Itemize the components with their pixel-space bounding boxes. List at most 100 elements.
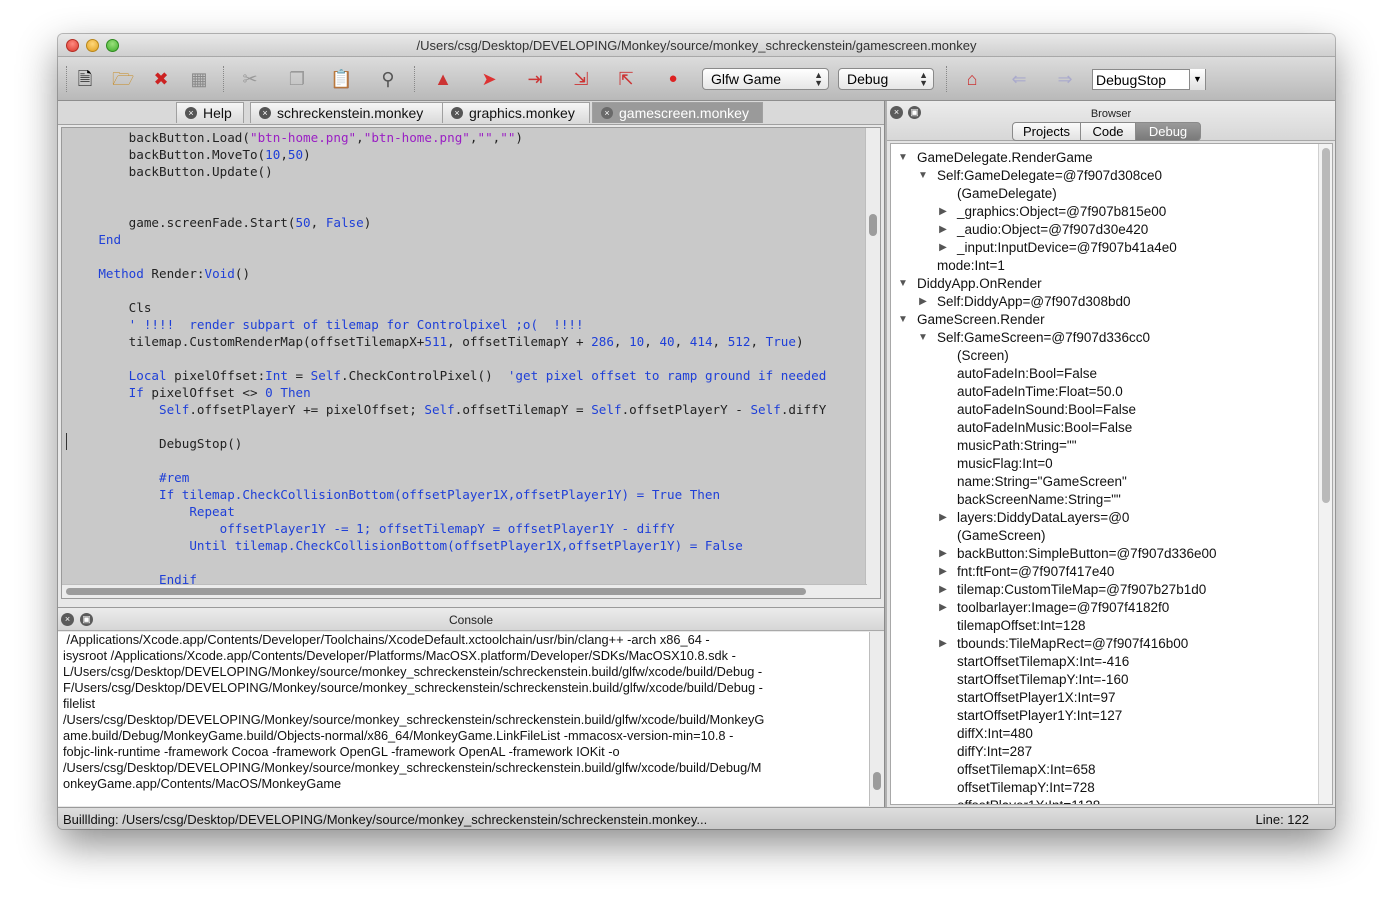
new-file-icon[interactable]: 🗎 [74, 68, 96, 90]
window-title: /Users/csg/Desktop/DEVELOPING/Monkey/sou… [416, 38, 977, 53]
disclosure-closed-icon[interactable]: ▶ [937, 545, 949, 563]
code-line: DebugStop() [68, 436, 243, 451]
tree-item-label: tilemapOffset:Int=128 [957, 618, 1086, 633]
paste-icon[interactable]: 📋 [330, 68, 352, 90]
close-tab-icon[interactable]: × [601, 107, 613, 119]
close-tab-icon[interactable]: × [185, 107, 197, 119]
tab-graphics[interactable]: × graphics.monkey [442, 102, 590, 123]
disclosure-open-icon[interactable]: ▼ [917, 167, 929, 185]
select-arrows-icon: ▲ ▼ [919, 70, 928, 88]
title-bar: /Users/csg/Desktop/DEVELOPING/Monkey/sou… [58, 34, 1335, 57]
back-icon[interactable]: ⇐ [1008, 68, 1030, 90]
console-vertical-scrollbar[interactable] [869, 632, 884, 806]
disclosure-closed-icon[interactable]: ▶ [937, 221, 949, 239]
code-line: tilemap.CustomRenderMap(offsetTilemapX+5… [68, 334, 804, 349]
tree-item-label: offsetTilemapX:Int=658 [957, 762, 1096, 777]
disclosure-open-icon[interactable]: ▼ [897, 149, 909, 167]
close-tab-icon[interactable]: × [451, 107, 463, 119]
tree-item-label: tbounds:TileMapRect=@7f907f416b00 [957, 636, 1189, 651]
config-select[interactable]: Debug ▲ ▼ [838, 68, 934, 90]
tree-item-label: (GameDelegate) [957, 186, 1057, 201]
target-select[interactable]: Glfw Game ▲ ▼ [702, 68, 829, 90]
debug-command-combo[interactable]: DebugStop ▼ [1092, 69, 1206, 90]
segment-projects[interactable]: Projects [1012, 122, 1081, 141]
code-line: backButton.Load("btn-home.png","btn-home… [68, 130, 524, 145]
disclosure-closed-icon[interactable]: ▶ [937, 203, 949, 221]
code-line: If tilemap.CheckCollisionBottom(offsetPl… [68, 487, 721, 502]
save-icon[interactable]: ▦ [188, 68, 210, 90]
tree-item-label: _audio:Object=@7f907d30e420 [957, 222, 1149, 237]
disclosure-closed-icon[interactable]: ▶ [937, 239, 949, 257]
disclosure-closed-icon[interactable]: ▶ [937, 581, 949, 599]
status-line-number: Line: 122 [1255, 812, 1310, 827]
tree-item-label: startOffsetTilemapY:Int=-160 [957, 672, 1129, 687]
chevron-down-icon[interactable]: ▼ [1189, 69, 1205, 90]
console-title: Console [448, 613, 494, 627]
disclosure-closed-icon[interactable]: ▶ [937, 509, 949, 527]
tree-item-label: layers:DiddyDataLayers=@0 [957, 510, 1130, 525]
code-editor[interactable]: backButton.Load("btn-home.png","btn-home… [61, 127, 881, 599]
segment-code[interactable]: Code [1080, 122, 1136, 141]
console-line: /Users/csg/Desktop/DEVELOPING/Monkey/sou… [63, 712, 765, 727]
disclosure-closed-icon[interactable]: ▶ [937, 599, 949, 617]
disclosure-closed-icon[interactable]: ▶ [937, 635, 949, 653]
disclosure-open-icon[interactable]: ▼ [897, 311, 909, 329]
open-folder-icon[interactable]: 🗁 [112, 68, 134, 90]
scrollbar-thumb[interactable] [869, 214, 877, 236]
tree-item-label: musicFlag:Int=0 [957, 456, 1053, 471]
console-output[interactable]: /Applications/Xcode.app/Contents/Develop… [58, 632, 884, 806]
code-area[interactable]: backButton.Load("btn-home.png","btn-home… [62, 129, 826, 588]
debug-command-value: DebugStop [1096, 72, 1167, 88]
disclosure-closed-icon[interactable]: ▶ [937, 563, 949, 581]
scrollbar-thumb[interactable] [1322, 148, 1330, 503]
browser-header: × ▣ Browser Projects Code Debug [887, 101, 1335, 141]
tree-item-label: Self:GameDelegate=@7f907d308ce0 [937, 168, 1162, 183]
step-out-icon[interactable]: ⇱ [615, 68, 637, 90]
close-tab-icon[interactable]: × [259, 107, 271, 119]
home-icon[interactable]: ⌂ [961, 68, 983, 90]
code-line: game.screenFade.Start(50, False) [68, 215, 372, 230]
tab-schreckenstein[interactable]: × schreckenstein.monkey [250, 102, 443, 123]
tree-item-label: _input:InputDevice=@7f907b41a4e0 [957, 240, 1177, 255]
scrollbar-thumb[interactable] [873, 772, 881, 790]
console-text: /Applications/Xcode.app/Contents/Develop… [63, 632, 863, 792]
disclosure-closed-icon[interactable]: ▶ [917, 293, 929, 311]
console-line: isysroot /Applications/Xcode.app/Content… [63, 648, 736, 663]
disclosure-open-icon[interactable]: ▼ [897, 275, 909, 293]
disclosure-open-icon[interactable]: ▼ [917, 329, 929, 347]
forward-icon[interactable]: ⇒ [1054, 68, 1076, 90]
tree-item-label: startOffsetPlayer1X:Int=97 [957, 690, 1116, 705]
build-icon[interactable]: ▲ [432, 68, 454, 90]
editor-horizontal-scrollbar[interactable] [62, 584, 867, 598]
console-line: ame.build/Debug/MonkeyGame.build/Objects… [63, 728, 734, 743]
kill-icon[interactable]: ● [662, 68, 684, 90]
tree-vertical-scrollbar[interactable] [1318, 144, 1332, 804]
scrollbar-thumb[interactable] [66, 588, 806, 595]
code-line: ' !!!! render subpart of tilemap for Con… [68, 317, 584, 332]
code-line: backButton.Update() [68, 164, 273, 179]
debug-tree[interactable]: ▼ GameDelegate.RenderGame ▼ Self:GameDelega… [890, 143, 1333, 805]
step-in-icon[interactable]: ⇲ [570, 68, 592, 90]
code-line: ​ [62, 418, 826, 435]
build-run-icon[interactable]: ➤ [478, 68, 500, 90]
tree-item-label: name:String="GameScreen" [957, 474, 1127, 489]
copy-icon[interactable]: ❐ [286, 68, 308, 90]
cut-icon[interactable]: ✂ [239, 68, 261, 90]
console-line: /Applications/Xcode.app/Contents/Develop… [63, 632, 710, 647]
editor-vertical-scrollbar[interactable] [865, 128, 880, 598]
toolbar-separator [66, 66, 67, 92]
segment-debug[interactable]: Debug [1135, 122, 1201, 141]
tree-item-label: toolbarlayer:Image=@7f907f4182f0 [957, 600, 1170, 615]
tree-item-label: GameScreen.Render [917, 312, 1045, 327]
close-file-icon[interactable]: ✖ [150, 68, 172, 90]
step-icon[interactable]: ⇥ [524, 68, 546, 90]
tree-item-label: Self:DiddyApp=@7f907d308bd0 [937, 294, 1131, 309]
code-line: ​ [62, 180, 826, 197]
tab-gamescreen[interactable]: × gamescreen.monkey [592, 102, 763, 123]
code-line: End [98, 232, 122, 247]
tab-help[interactable]: × Help [176, 102, 244, 123]
console-line: /Users/csg/Desktop/DEVELOPING/Monkey/sou… [63, 760, 762, 775]
find-icon[interactable]: ⚲ [377, 68, 399, 90]
tree-item-label: autoFadeInTime:Float=50.0 [957, 384, 1123, 399]
toolbar: 🗎 🗁 ✖ ▦ ✂ ❐ 📋 ⚲ ▲ ➤ ⇥ ⇲ ⇱ ● Glfw Game ▲ ▼… [58, 57, 1335, 101]
